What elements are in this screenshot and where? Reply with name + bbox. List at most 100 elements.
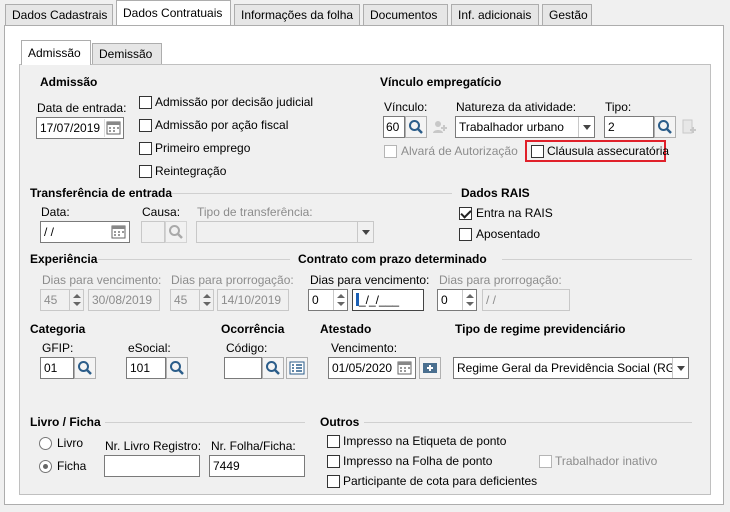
entra-rais-checkbox[interactable]: [459, 207, 472, 220]
causa-field[interactable]: [141, 221, 165, 243]
calendar-icon[interactable]: [110, 223, 128, 241]
causa-label: Causa:: [142, 205, 181, 219]
codigo-search-button[interactable]: [262, 357, 284, 379]
cota-deficientes-checkbox[interactable]: [327, 475, 340, 488]
contrato-prorr-date-value: / /: [486, 293, 497, 307]
atestado-title: Atestado: [320, 322, 372, 336]
search-icon: [658, 120, 672, 134]
primeiro-emprego-label: Primeiro emprego: [155, 141, 251, 155]
trabalhador-inativo-checkbox[interactable]: [539, 455, 552, 468]
regime-value: Regime Geral da Previdência Social (RGP: [457, 361, 684, 375]
tipo-field[interactable]: 2: [604, 116, 654, 138]
stepper-arrows[interactable]: [199, 290, 213, 310]
contrato-title: Contrato com prazo determinado: [298, 252, 487, 266]
contrato-venc-label: Dias para vencimento:: [310, 273, 430, 287]
aposentado-checkbox[interactable]: [459, 228, 472, 241]
vinculo-title: Vínculo empregatício: [380, 75, 502, 89]
chevron-down-icon: [357, 222, 373, 242]
causa-search-button[interactable]: [165, 221, 187, 243]
tipo-value: 2: [608, 120, 615, 134]
tipo-transf-select[interactable]: [196, 221, 374, 243]
nr-folha-label: Nr. Folha/Ficha:: [211, 439, 296, 453]
exp-prorr-days-value: 45: [174, 293, 188, 307]
etiqueta-ponto-label: Impresso na Etiqueta de ponto: [343, 434, 507, 448]
exp-venc-date-value: 30/08/2019: [92, 293, 153, 307]
gfip-search-button[interactable]: [74, 357, 96, 379]
divider: [364, 422, 692, 423]
search-icon: [169, 225, 183, 239]
gfip-label: GFIP:: [42, 341, 74, 355]
folha-ponto-label: Impresso na Folha de ponto: [343, 454, 493, 468]
natureza-label: Natureza da atividade:: [456, 100, 577, 114]
esocial-value: 101: [130, 361, 151, 375]
regime-title: Tipo de regime previdenciário: [455, 322, 626, 336]
vinculo-value: 60: [386, 120, 400, 134]
calendar-icon[interactable]: [396, 359, 414, 377]
alvara-label: Alvará de Autorização: [401, 144, 518, 158]
tipo-label: Tipo:: [605, 100, 632, 114]
contrato-venc-date-value: _/_/___: [359, 293, 400, 307]
data-entrada-value: 17/07/2019: [40, 121, 101, 135]
vinculo-add-button[interactable]: [429, 116, 451, 138]
gfip-field[interactable]: 01: [40, 357, 74, 379]
divider: [502, 259, 692, 260]
atestado-add-button[interactable]: [419, 357, 441, 379]
admissao-title: Admissão: [40, 75, 98, 89]
exp-prorr-label: Dias para prorrogação:: [171, 273, 294, 287]
tipo-add-button[interactable]: [678, 116, 700, 138]
contrato-venc-date[interactable]: _/_/___: [352, 289, 424, 311]
natureza-select[interactable]: Trabalhador urbano: [455, 116, 595, 138]
reintegracao-label: Reintegração: [155, 164, 227, 178]
primeiro-emprego-checkbox[interactable]: [139, 142, 152, 155]
livro-radio-label: Livro: [57, 436, 84, 450]
admissao-fiscal-checkbox[interactable]: [139, 119, 152, 132]
atestado-venc-value: 01/05/2020: [332, 361, 393, 375]
rais-title: Dados RAIS: [461, 186, 530, 200]
categoria-title: Categoria: [30, 322, 86, 336]
chevron-down-icon: [578, 117, 594, 137]
nr-folha-value: 7449: [213, 459, 240, 473]
contrato-prorr-days-stepper[interactable]: 0: [437, 289, 477, 311]
contrato-prorr-date: / /: [482, 289, 570, 311]
alvara-checkbox[interactable]: [384, 145, 397, 158]
vinculo-field[interactable]: 60: [383, 116, 405, 138]
chevron-down-icon: [672, 358, 688, 378]
divider: [105, 422, 305, 423]
folha-ponto-checkbox[interactable]: [327, 455, 340, 468]
add-user-icon: [433, 121, 447, 133]
stepper-arrows[interactable]: [333, 290, 347, 310]
vinculo-search-button[interactable]: [405, 116, 427, 138]
add-document-icon: [682, 119, 696, 134]
nr-folha-field[interactable]: 7449: [209, 455, 305, 477]
clausula-checkbox[interactable]: [531, 145, 544, 158]
codigo-list-button[interactable]: [286, 357, 308, 379]
contrato-venc-days-stepper[interactable]: 0: [308, 289, 348, 311]
search-icon: [170, 361, 184, 375]
stepper-arrows[interactable]: [69, 290, 83, 310]
calendar-icon[interactable]: [104, 119, 122, 137]
exp-venc-days-stepper[interactable]: 45: [40, 289, 84, 311]
exp-venc-days-value: 45: [44, 293, 58, 307]
reintegracao-checkbox[interactable]: [139, 165, 152, 178]
livro-radio[interactable]: [39, 437, 52, 450]
list-icon: [289, 361, 305, 375]
outros-title: Outros: [320, 415, 360, 429]
ficha-radio[interactable]: [39, 460, 52, 473]
esocial-field[interactable]: 101: [126, 357, 166, 379]
nr-livro-label: Nr. Livro Registro:: [105, 439, 202, 453]
admissao-decisao-checkbox[interactable]: [139, 96, 152, 109]
nr-livro-field[interactable]: [104, 455, 200, 477]
search-icon: [78, 361, 92, 375]
regime-select[interactable]: Regime Geral da Previdência Social (RGP: [453, 357, 689, 379]
esocial-search-button[interactable]: [166, 357, 188, 379]
clausula-label: Cláusula assecuratória: [547, 144, 670, 158]
exp-prorr-date: 14/10/2019: [217, 289, 289, 311]
ficha-radio-label: Ficha: [57, 459, 87, 473]
gfip-value: 01: [44, 361, 58, 375]
etiqueta-ponto-checkbox[interactable]: [327, 435, 340, 448]
exp-prorr-days-stepper[interactable]: 45: [170, 289, 214, 311]
transf-data-label: Data:: [41, 205, 70, 219]
stepper-arrows[interactable]: [462, 290, 476, 310]
tipo-search-button[interactable]: [654, 116, 676, 138]
codigo-field[interactable]: [224, 357, 262, 379]
